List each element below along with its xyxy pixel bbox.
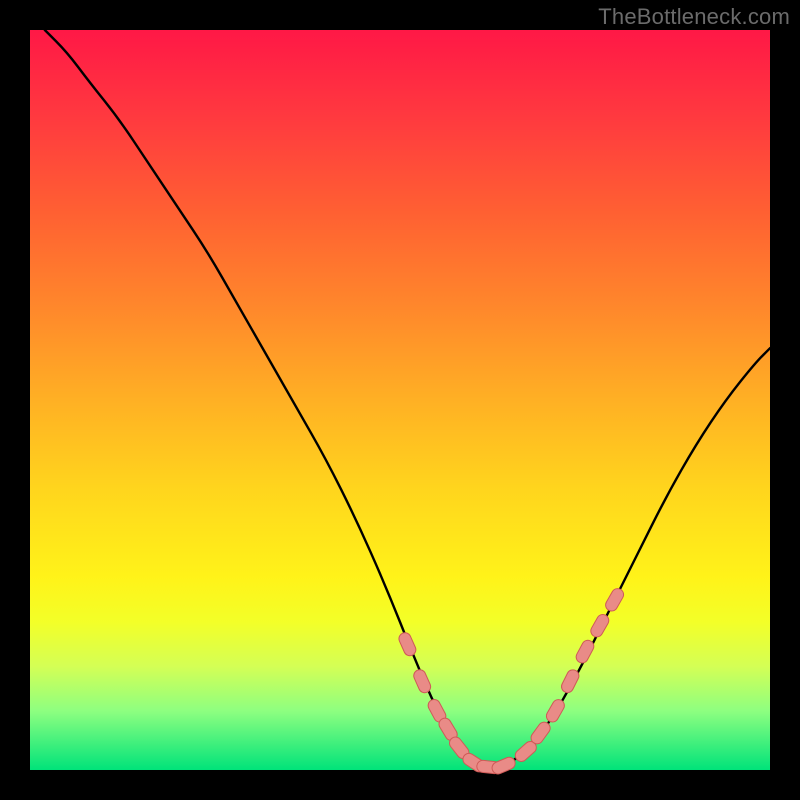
curve-marker xyxy=(412,668,433,695)
curve-marker xyxy=(490,755,517,775)
curve-marker xyxy=(603,586,625,613)
watermark-text: TheBottleneck.com xyxy=(598,4,790,30)
bottleneck-curve xyxy=(45,30,770,767)
chart-frame: TheBottleneck.com xyxy=(0,0,800,800)
curve-marker xyxy=(544,697,566,724)
curve-marker xyxy=(397,631,418,658)
marker-group xyxy=(397,586,626,775)
curve-marker xyxy=(559,668,580,695)
curve-marker xyxy=(574,638,596,665)
chart-overlay xyxy=(30,30,770,770)
curve-marker xyxy=(589,612,611,639)
